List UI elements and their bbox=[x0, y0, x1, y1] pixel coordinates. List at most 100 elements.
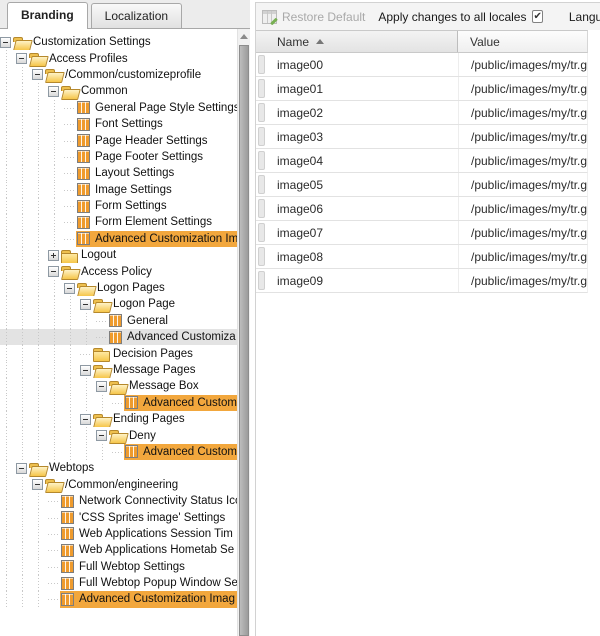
row-handle[interactable] bbox=[258, 79, 265, 98]
tree-item-content: Font Settings bbox=[76, 116, 237, 132]
tree-item-content: Full Webtop Popup Window Se bbox=[60, 575, 237, 591]
row-handle[interactable] bbox=[258, 55, 265, 74]
collapse-icon[interactable] bbox=[48, 266, 59, 277]
tree-item-label: General bbox=[126, 315, 168, 327]
value-cell: /public/images/my/tr.gif bbox=[458, 125, 587, 148]
tree-item[interactable]: Page Footer Settings bbox=[0, 149, 237, 165]
tree-indent-guide bbox=[16, 378, 32, 394]
tree-connector bbox=[48, 559, 60, 575]
tree-item[interactable]: Full Webtop Popup Window Se bbox=[0, 575, 237, 591]
collapse-icon[interactable] bbox=[16, 53, 27, 64]
table-row[interactable]: image01/public/images/my/tr.gif bbox=[256, 77, 588, 101]
table-row[interactable]: image04/public/images/my/tr.gif bbox=[256, 149, 588, 173]
tree-item[interactable]: /Common/customizeprofile bbox=[0, 67, 237, 83]
tree-item[interactable]: Logon Page bbox=[0, 296, 237, 312]
value-cell: /public/images/my/tr.gif bbox=[458, 101, 587, 124]
collapse-icon[interactable] bbox=[80, 365, 91, 376]
row-handle[interactable] bbox=[258, 127, 265, 146]
closed-folder-icon bbox=[61, 249, 77, 262]
collapse-icon[interactable] bbox=[0, 37, 11, 48]
row-handle[interactable] bbox=[258, 151, 265, 170]
name-cell: image09 bbox=[267, 274, 458, 288]
column-header-name[interactable]: Name bbox=[256, 31, 458, 52]
tree-scrollbar[interactable] bbox=[237, 29, 250, 636]
table-row[interactable]: image08/public/images/my/tr.gif bbox=[256, 245, 588, 269]
tree-item[interactable]: Layout Settings bbox=[0, 165, 237, 181]
tree-item[interactable]: Advanced Customiza bbox=[0, 395, 237, 411]
tree-indent-guide bbox=[48, 427, 64, 443]
tree-item[interactable]: Full Webtop Settings bbox=[0, 559, 237, 575]
collapse-icon[interactable] bbox=[96, 381, 107, 392]
collapse-icon[interactable] bbox=[64, 283, 75, 294]
row-handle[interactable] bbox=[258, 247, 265, 266]
tree-item[interactable]: Web Applications Hometab Se bbox=[0, 542, 237, 558]
tree-indent-guide bbox=[48, 214, 64, 230]
tree-indent-guide bbox=[48, 345, 64, 361]
tree-item[interactable]: Web Applications Session Tim bbox=[0, 526, 237, 542]
table-row[interactable]: image07/public/images/my/tr.gif bbox=[256, 221, 588, 245]
tree-item-content: Message Pages bbox=[92, 362, 237, 378]
tree-item[interactable]: Advanced Customization Imag bbox=[0, 591, 237, 607]
column-header-value[interactable]: Value bbox=[458, 31, 587, 52]
tree-indent-guide bbox=[0, 231, 16, 247]
row-handle[interactable] bbox=[258, 103, 265, 122]
table-row[interactable]: image05/public/images/my/tr.gif bbox=[256, 173, 588, 197]
tree-item[interactable]: Advanced Customiza bbox=[0, 444, 237, 460]
tree-item[interactable]: Webtops bbox=[0, 460, 237, 476]
expand-icon[interactable] bbox=[48, 250, 59, 261]
settings-table-icon bbox=[77, 134, 90, 147]
table-row[interactable]: image00/public/images/my/tr.gif bbox=[256, 53, 588, 77]
collapse-icon[interactable] bbox=[32, 479, 43, 490]
tree-item[interactable]: /Common/engineering bbox=[0, 477, 237, 493]
table-row[interactable]: image03/public/images/my/tr.gif bbox=[256, 125, 588, 149]
row-handle[interactable] bbox=[258, 271, 265, 290]
tree-item[interactable]: Logout bbox=[0, 247, 237, 263]
tree-item[interactable]: Access Profiles bbox=[0, 50, 237, 66]
tree-item[interactable]: Message Box bbox=[0, 378, 237, 394]
restore-default-button[interactable]: Restore Default bbox=[262, 10, 365, 24]
tree-item-content: Advanced Customiza bbox=[124, 444, 237, 460]
tree-item-label: Message Box bbox=[128, 380, 199, 392]
tree-item[interactable]: Decision Pages bbox=[0, 345, 237, 361]
row-handle[interactable] bbox=[258, 175, 265, 194]
tree-item[interactable]: Access Policy bbox=[0, 263, 237, 279]
tree-item[interactable]: 'CSS Sprites image' Settings bbox=[0, 509, 237, 525]
tree-indent-guide bbox=[0, 493, 16, 509]
tree-item[interactable]: Advanced Customization Ima bbox=[0, 231, 237, 247]
row-handle[interactable] bbox=[258, 199, 265, 218]
tree-item[interactable]: Font Settings bbox=[0, 116, 237, 132]
tree-item[interactable]: Form Settings bbox=[0, 198, 237, 214]
collapse-icon[interactable] bbox=[16, 463, 27, 474]
table-row[interactable]: image06/public/images/my/tr.gif bbox=[256, 197, 588, 221]
tree-item[interactable]: Network Connectivity Status Ico bbox=[0, 493, 237, 509]
tree-item[interactable]: Logon Pages bbox=[0, 280, 237, 296]
tree-item-content: Deny bbox=[108, 427, 237, 443]
collapse-icon[interactable] bbox=[96, 430, 107, 441]
tree-item[interactable]: Image Settings bbox=[0, 182, 237, 198]
tree-item[interactable]: Deny bbox=[0, 427, 237, 443]
table-row[interactable]: image09/public/images/my/tr.gif bbox=[256, 269, 588, 293]
tree-item[interactable]: General bbox=[0, 313, 237, 329]
tree-item[interactable]: Form Element Settings bbox=[0, 214, 237, 230]
tree-item[interactable]: General Page Style Settings bbox=[0, 100, 237, 116]
collapse-icon[interactable] bbox=[80, 414, 91, 425]
tree-item[interactable]: Page Header Settings bbox=[0, 132, 237, 148]
scroll-up-icon[interactable] bbox=[238, 29, 250, 44]
tab-branding[interactable]: Branding bbox=[7, 2, 88, 29]
collapse-icon[interactable] bbox=[32, 69, 43, 80]
apply-all-locales-checkbox[interactable] bbox=[532, 10, 542, 23]
tree-item[interactable]: Ending Pages bbox=[0, 411, 237, 427]
table-row[interactable]: image02/public/images/my/tr.gif bbox=[256, 101, 588, 125]
tree-item[interactable]: Common bbox=[0, 83, 237, 99]
tree-item[interactable]: Advanced Customiza bbox=[0, 329, 237, 345]
collapse-icon[interactable] bbox=[48, 86, 59, 97]
scrollbar-thumb[interactable] bbox=[239, 45, 249, 636]
collapse-icon[interactable] bbox=[80, 299, 91, 310]
tab-localization[interactable]: Localization bbox=[91, 3, 182, 28]
row-handle[interactable] bbox=[258, 223, 265, 242]
name-cell: image04 bbox=[267, 154, 458, 168]
tree-item-content: General bbox=[108, 313, 237, 329]
tree-item[interactable]: Message Pages bbox=[0, 362, 237, 378]
tree-indent-guide bbox=[16, 116, 32, 132]
tree-item[interactable]: Customization Settings bbox=[0, 34, 237, 50]
